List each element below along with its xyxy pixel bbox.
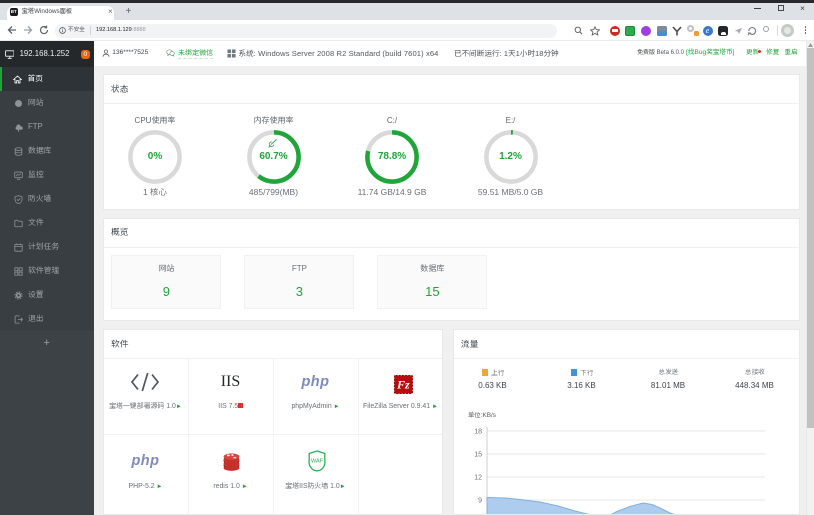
svg-text:9: 9 [478,498,482,505]
svg-text:18: 18 [474,429,482,436]
svg-text:WAF: WAF [311,459,324,465]
svg-text:15: 15 [474,452,482,459]
svg-text:12: 12 [474,475,482,482]
